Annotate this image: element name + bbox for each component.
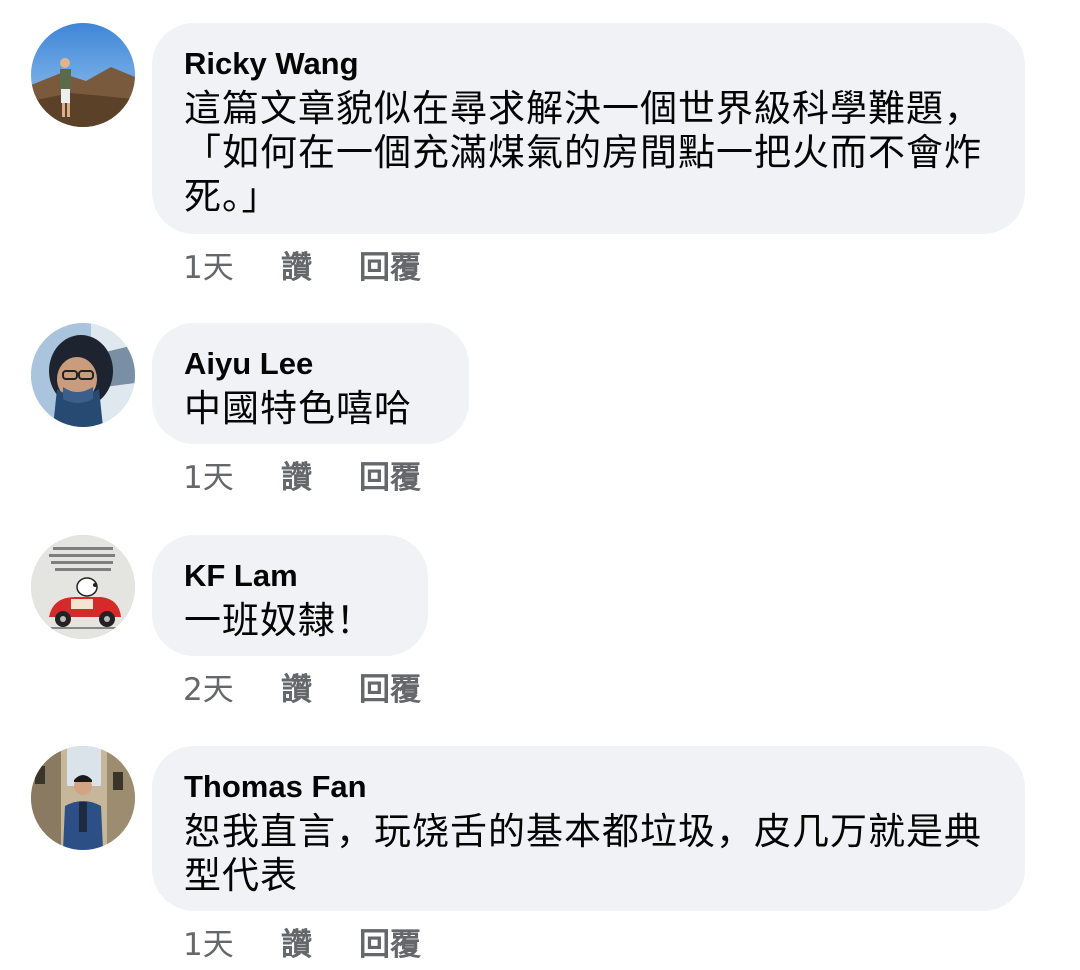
comment-bubble: Thomas Fan 恕我直言，玩饶舌的基本都垃圾，皮几万就是典型代表 bbox=[152, 746, 1025, 911]
avatar[interactable] bbox=[31, 535, 135, 639]
comment-bubble: Aiyu Lee 中國特色嘻哈 bbox=[152, 323, 469, 444]
comment-time[interactable]: 1天 bbox=[183, 242, 281, 287]
avatar[interactable] bbox=[31, 746, 135, 850]
reply-button[interactable]: 回覆 bbox=[359, 664, 421, 709]
like-button[interactable]: 讚 bbox=[281, 452, 359, 497]
comment-author[interactable]: Aiyu Lee bbox=[184, 345, 437, 383]
comment-actions: 1天讚回覆 bbox=[183, 242, 421, 287]
comment-author[interactable]: Thomas Fan bbox=[184, 768, 993, 806]
comment-text: 這篇文章貌似在尋求解決一個世界級科學難題，「如何在一個充滿煤氣的房間點一把火而不… bbox=[184, 87, 982, 218]
reply-button[interactable]: 回覆 bbox=[359, 919, 421, 964]
like-button[interactable]: 讚 bbox=[281, 242, 359, 287]
like-button[interactable]: 讚 bbox=[281, 664, 359, 709]
comment-time[interactable]: 1天 bbox=[183, 919, 281, 964]
comment-actions: 1天讚回覆 bbox=[183, 919, 421, 964]
comment-bubble: Ricky Wang 這篇文章貌似在尋求解決一個世界級科學難題，「如何在一個充滿… bbox=[152, 23, 1025, 234]
comment-actions: 2天讚回覆 bbox=[183, 664, 421, 709]
comment-time[interactable]: 2天 bbox=[183, 664, 281, 709]
comment-bubble: KF Lam 一班奴隸！ bbox=[152, 535, 428, 656]
comment-time[interactable]: 1天 bbox=[183, 452, 281, 497]
avatar[interactable] bbox=[31, 23, 135, 127]
comment-actions: 1天讚回覆 bbox=[183, 452, 421, 497]
reply-button[interactable]: 回覆 bbox=[359, 242, 421, 287]
comment-author[interactable]: KF Lam bbox=[184, 557, 396, 595]
comment-text: 恕我直言，玩饶舌的基本都垃圾，皮几万就是典型代表 bbox=[184, 810, 982, 897]
comment-text: 中國特色嘻哈 bbox=[184, 387, 412, 430]
comment-author[interactable]: Ricky Wang bbox=[184, 45, 993, 83]
reply-button[interactable]: 回覆 bbox=[359, 452, 421, 497]
comment-text: 一班奴隸！ bbox=[184, 599, 374, 642]
avatar[interactable] bbox=[31, 323, 135, 427]
like-button[interactable]: 讚 bbox=[281, 919, 359, 964]
